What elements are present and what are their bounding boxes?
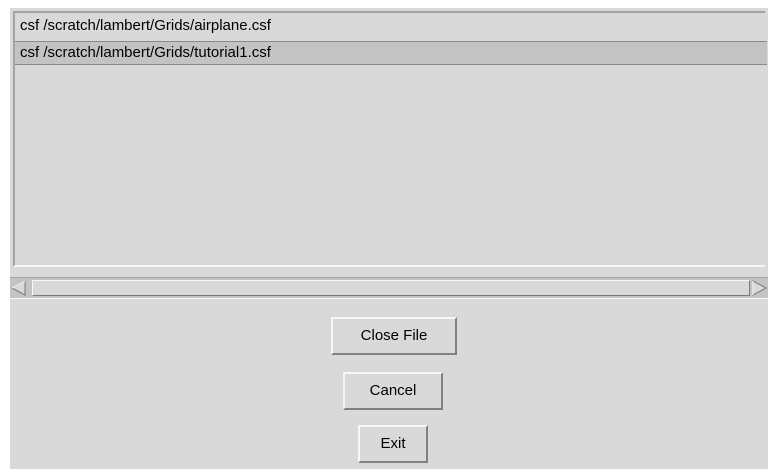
cancel-button[interactable]: Cancel [343,372,443,410]
exit-button[interactable]: Exit [358,425,428,463]
horizontal-scrollbar[interactable] [10,277,768,299]
dialog-panel: csf /scratch/lambert/Grids/airplane.csf … [10,8,768,469]
scroll-right-icon[interactable] [750,279,768,297]
scroll-left-icon[interactable] [10,279,28,297]
list-item[interactable]: csf /scratch/lambert/Grids/airplane.csf [15,15,767,37]
file-close-dialog: csf /scratch/lambert/Grids/airplane.csf … [0,0,768,469]
file-listbox[interactable]: csf /scratch/lambert/Grids/airplane.csf … [13,11,767,267]
scroll-thumb[interactable] [32,280,750,296]
close-file-button[interactable]: Close File [331,317,457,355]
list-item-selected[interactable]: csf /scratch/lambert/Grids/tutorial1.csf [15,41,767,65]
